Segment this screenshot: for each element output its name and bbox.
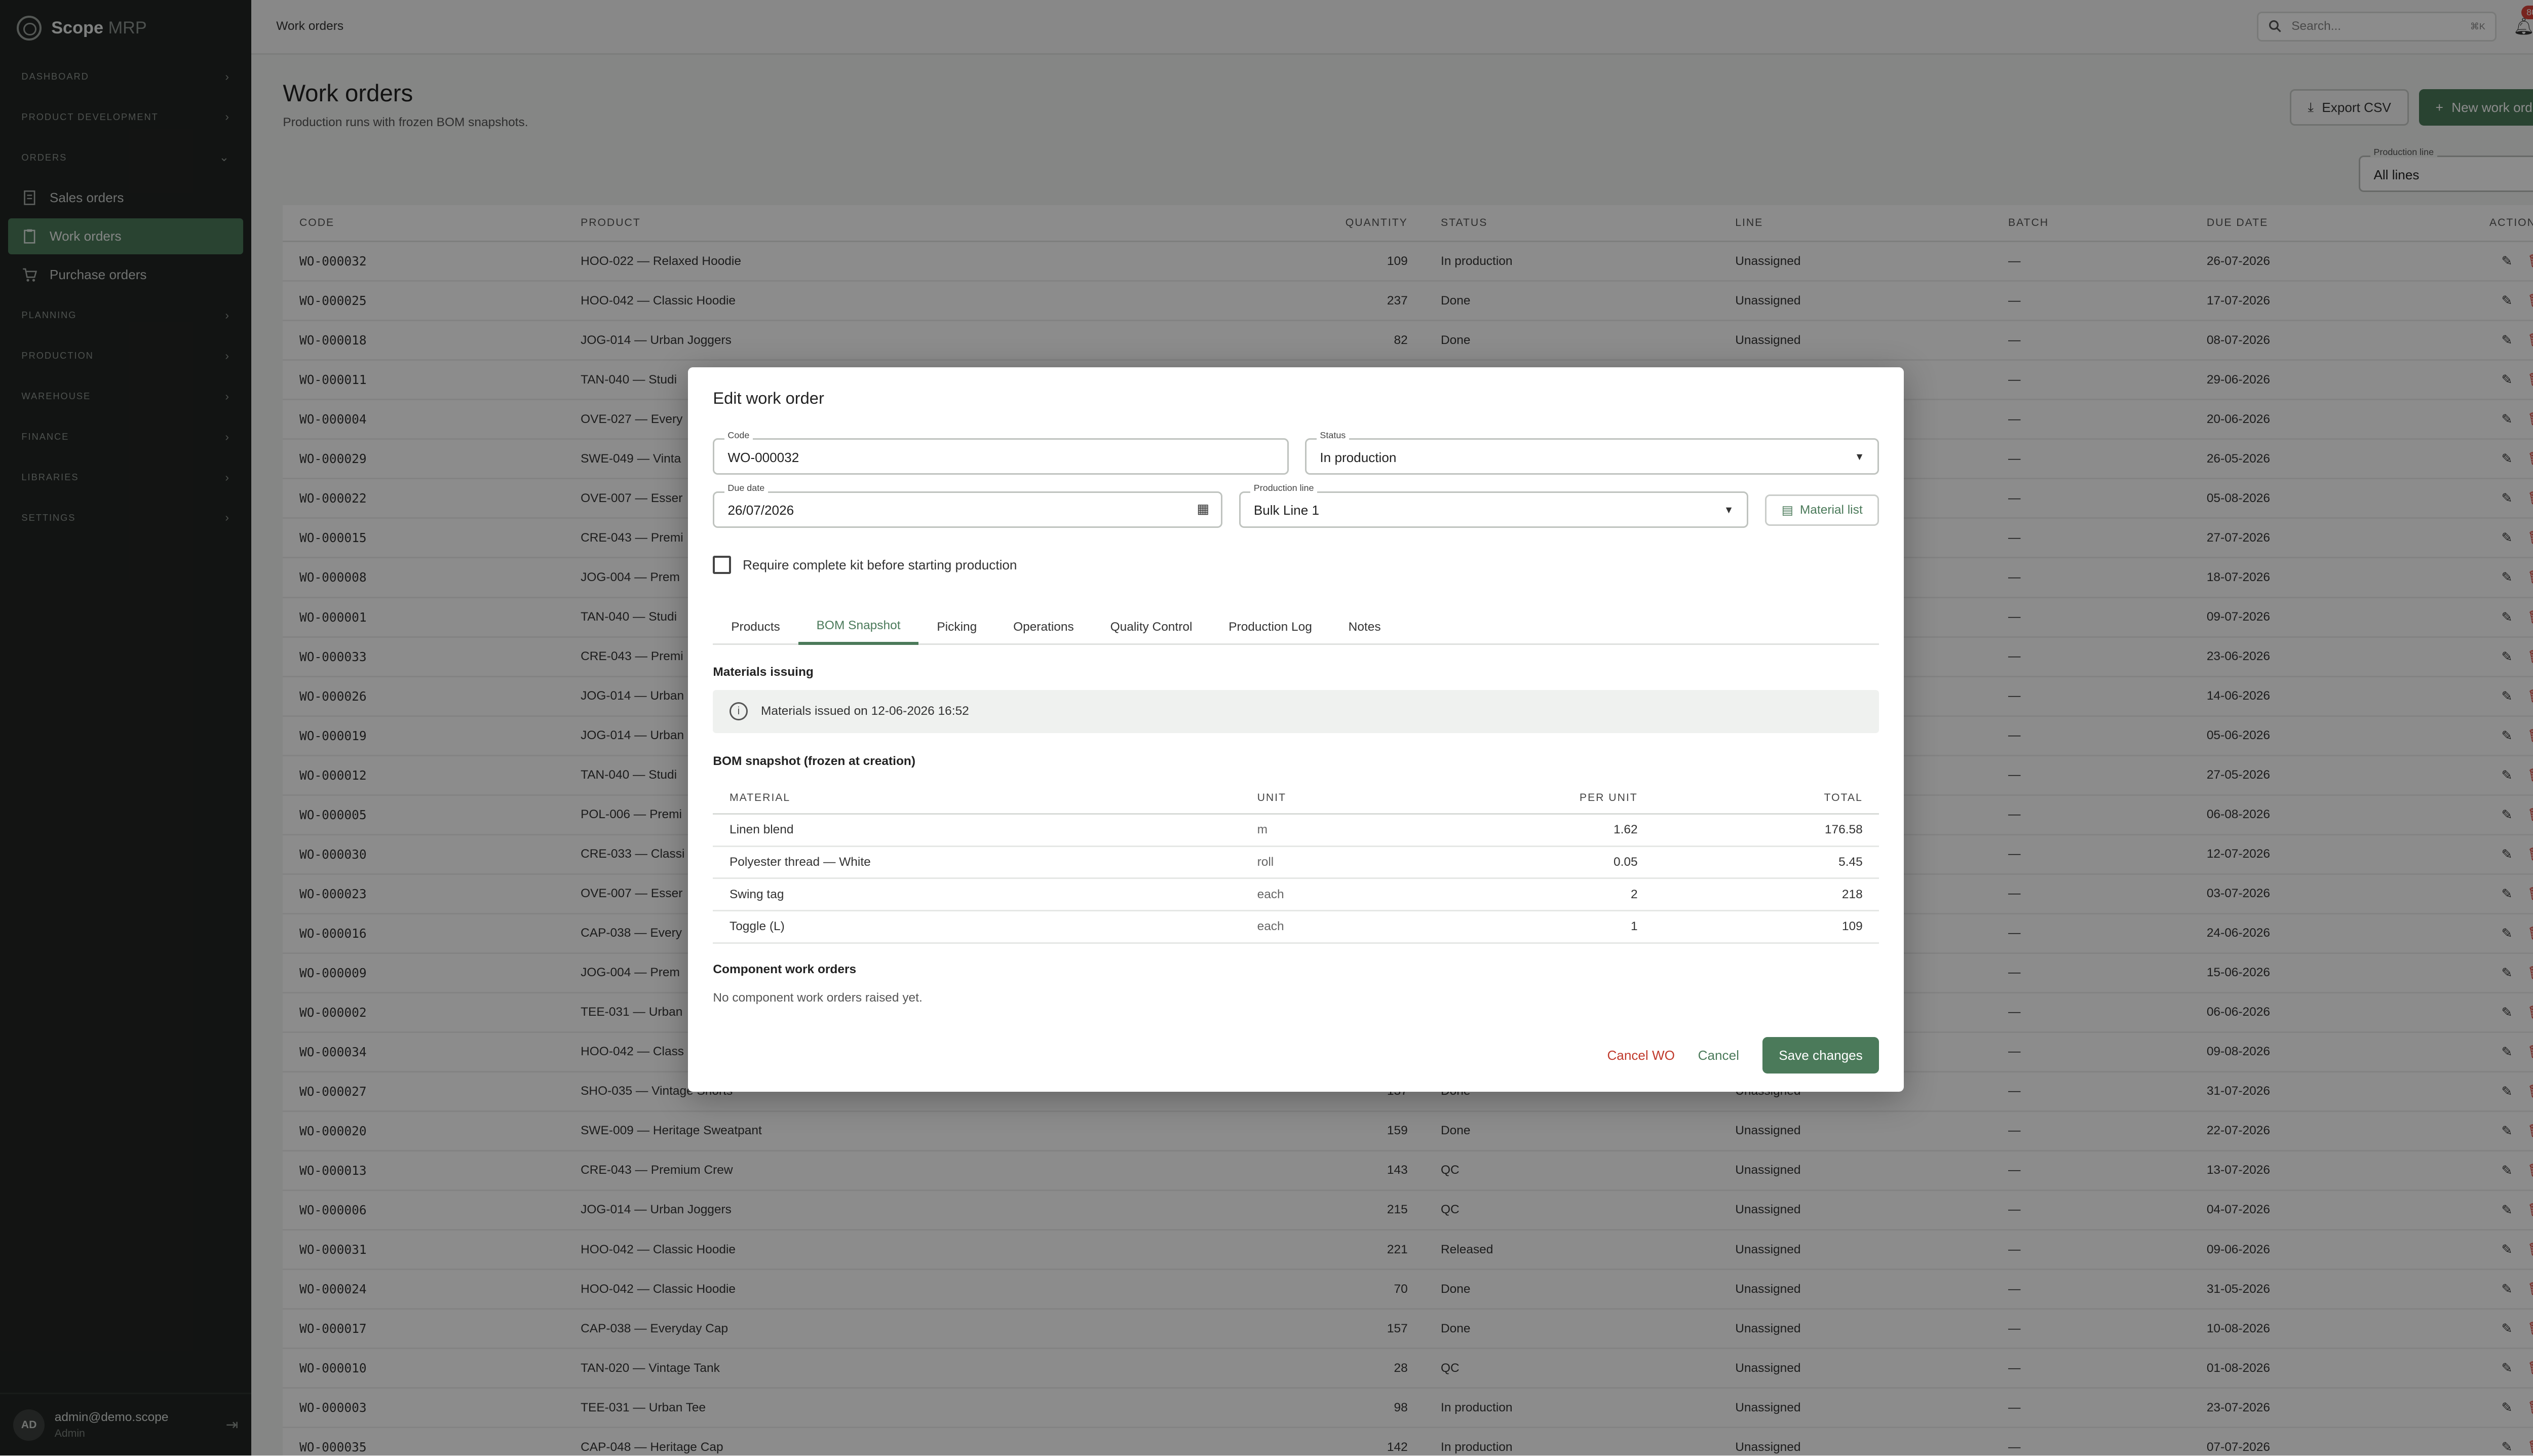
field-value: 26/07/2026 <box>727 503 794 518</box>
bom-row: Polyester thread — White roll 0.05 5.45 <box>713 846 1879 879</box>
tab-picking[interactable]: Picking <box>918 609 995 645</box>
button-label: Material list <box>1799 503 1863 517</box>
bom-body: Linen blend m 1.62 176.58 Polyester thread —… <box>713 814 1879 944</box>
code-field[interactable]: Code WO-000032 <box>713 430 1289 475</box>
bom-total: 218 <box>1654 878 1879 912</box>
modal-tabs: Products BOM Snapshot Picking Operations… <box>713 609 1879 645</box>
bom-material: Polyester thread — White <box>713 846 1241 879</box>
bom-unit: each <box>1240 910 1439 944</box>
production-line-select[interactable]: Production line Bulk Line 1 ▼ <box>1239 483 1749 528</box>
list-icon: ▤ <box>1781 504 1793 518</box>
component-work-orders-heading: Component work orders <box>713 963 857 977</box>
bom-per-unit: 0.05 <box>1439 846 1655 879</box>
bom-material: Toggle (L) <box>713 910 1241 944</box>
materials-issuing-heading: Materials issuing <box>713 665 814 679</box>
cancel-button[interactable]: Cancel <box>1698 1048 1739 1063</box>
dropdown-arrow-icon: ▼ <box>1723 504 1734 516</box>
bom-unit: roll <box>1240 846 1439 879</box>
save-changes-button[interactable]: Save changes <box>1762 1037 1879 1074</box>
field-value: Bulk Line 1 <box>1253 503 1319 518</box>
calendar-icon[interactable]: ▦ <box>1197 501 1210 517</box>
field-value: In production <box>1320 449 1397 465</box>
bom-unit: m <box>1240 814 1439 847</box>
tab-notes[interactable]: Notes <box>1330 609 1399 645</box>
bom-per-unit: 1.62 <box>1439 814 1655 847</box>
tab-bom-snapshot[interactable]: BOM Snapshot <box>798 609 919 645</box>
checkbox-box[interactable] <box>713 556 732 574</box>
app-root: Scope MRP DASHBOARD › PRODUCT DEVELOPMENT… <box>0 0 2533 1456</box>
col-per-unit: PER UNIT <box>1439 782 1655 815</box>
require-kit-checkbox[interactable]: Require complete kit before starting pro… <box>713 556 1017 574</box>
info-icon: i <box>729 702 748 720</box>
field-value: WO-000032 <box>727 449 799 465</box>
bom-row: Toggle (L) each 1 109 <box>713 910 1879 944</box>
component-empty-text: No component work orders raised yet. <box>713 990 923 1005</box>
bom-snapshot-heading: BOM snapshot (frozen at creation) <box>713 754 916 768</box>
field-label: Production line <box>1250 483 1317 494</box>
tab-operations[interactable]: Operations <box>995 609 1092 645</box>
status-select[interactable]: Status In production ▼ <box>1305 430 1879 475</box>
col-material: MATERIAL <box>713 782 1241 815</box>
bom-row: Linen blend m 1.62 176.58 <box>713 814 1879 847</box>
tab-products[interactable]: Products <box>713 609 798 645</box>
modal-title: Edit work order <box>713 389 824 408</box>
material-list-button[interactable]: ▤ Material list <box>1765 494 1879 526</box>
modal-footer: Cancel WO Cancel Save changes <box>1607 1037 1879 1074</box>
bom-header-row: MATERIAL UNIT PER UNIT TOTAL <box>713 782 1879 815</box>
cancel-wo-button[interactable]: Cancel WO <box>1607 1048 1674 1063</box>
bom-per-unit: 1 <box>1439 910 1655 944</box>
due-date-field[interactable]: Due date 26/07/2026 ▦ <box>713 483 1223 528</box>
col-total: TOTAL <box>1654 782 1879 815</box>
checkbox-label: Require complete kit before starting pro… <box>743 557 1017 572</box>
field-label: Code <box>724 430 753 441</box>
field-label: Due date <box>724 483 768 494</box>
bom-total: 5.45 <box>1654 846 1879 879</box>
bom-material: Linen blend <box>713 814 1241 847</box>
bom-per-unit: 2 <box>1439 878 1655 912</box>
edit-work-order-modal: Edit work order Code WO-000032 Status In… <box>688 367 1904 1092</box>
issued-info-banner: i Materials issued on 12-06-2026 16:52 <box>713 689 1879 733</box>
bom-total: 176.58 <box>1654 814 1879 847</box>
issued-text: Materials issued on 12-06-2026 16:52 <box>760 704 969 718</box>
bom-material: Swing tag <box>713 878 1241 912</box>
tab-quality-control[interactable]: Quality Control <box>1092 609 1211 645</box>
dropdown-arrow-icon: ▼ <box>1854 451 1865 463</box>
bom-row: Swing tag each 2 218 <box>713 878 1879 912</box>
col-unit: UNIT <box>1240 782 1439 815</box>
bom-unit: each <box>1240 878 1439 912</box>
tab-production-log[interactable]: Production Log <box>1210 609 1330 645</box>
bom-total: 109 <box>1654 910 1879 944</box>
field-label: Status <box>1316 430 1349 441</box>
bom-table: MATERIAL UNIT PER UNIT TOTAL Linen blend… <box>713 782 1879 944</box>
